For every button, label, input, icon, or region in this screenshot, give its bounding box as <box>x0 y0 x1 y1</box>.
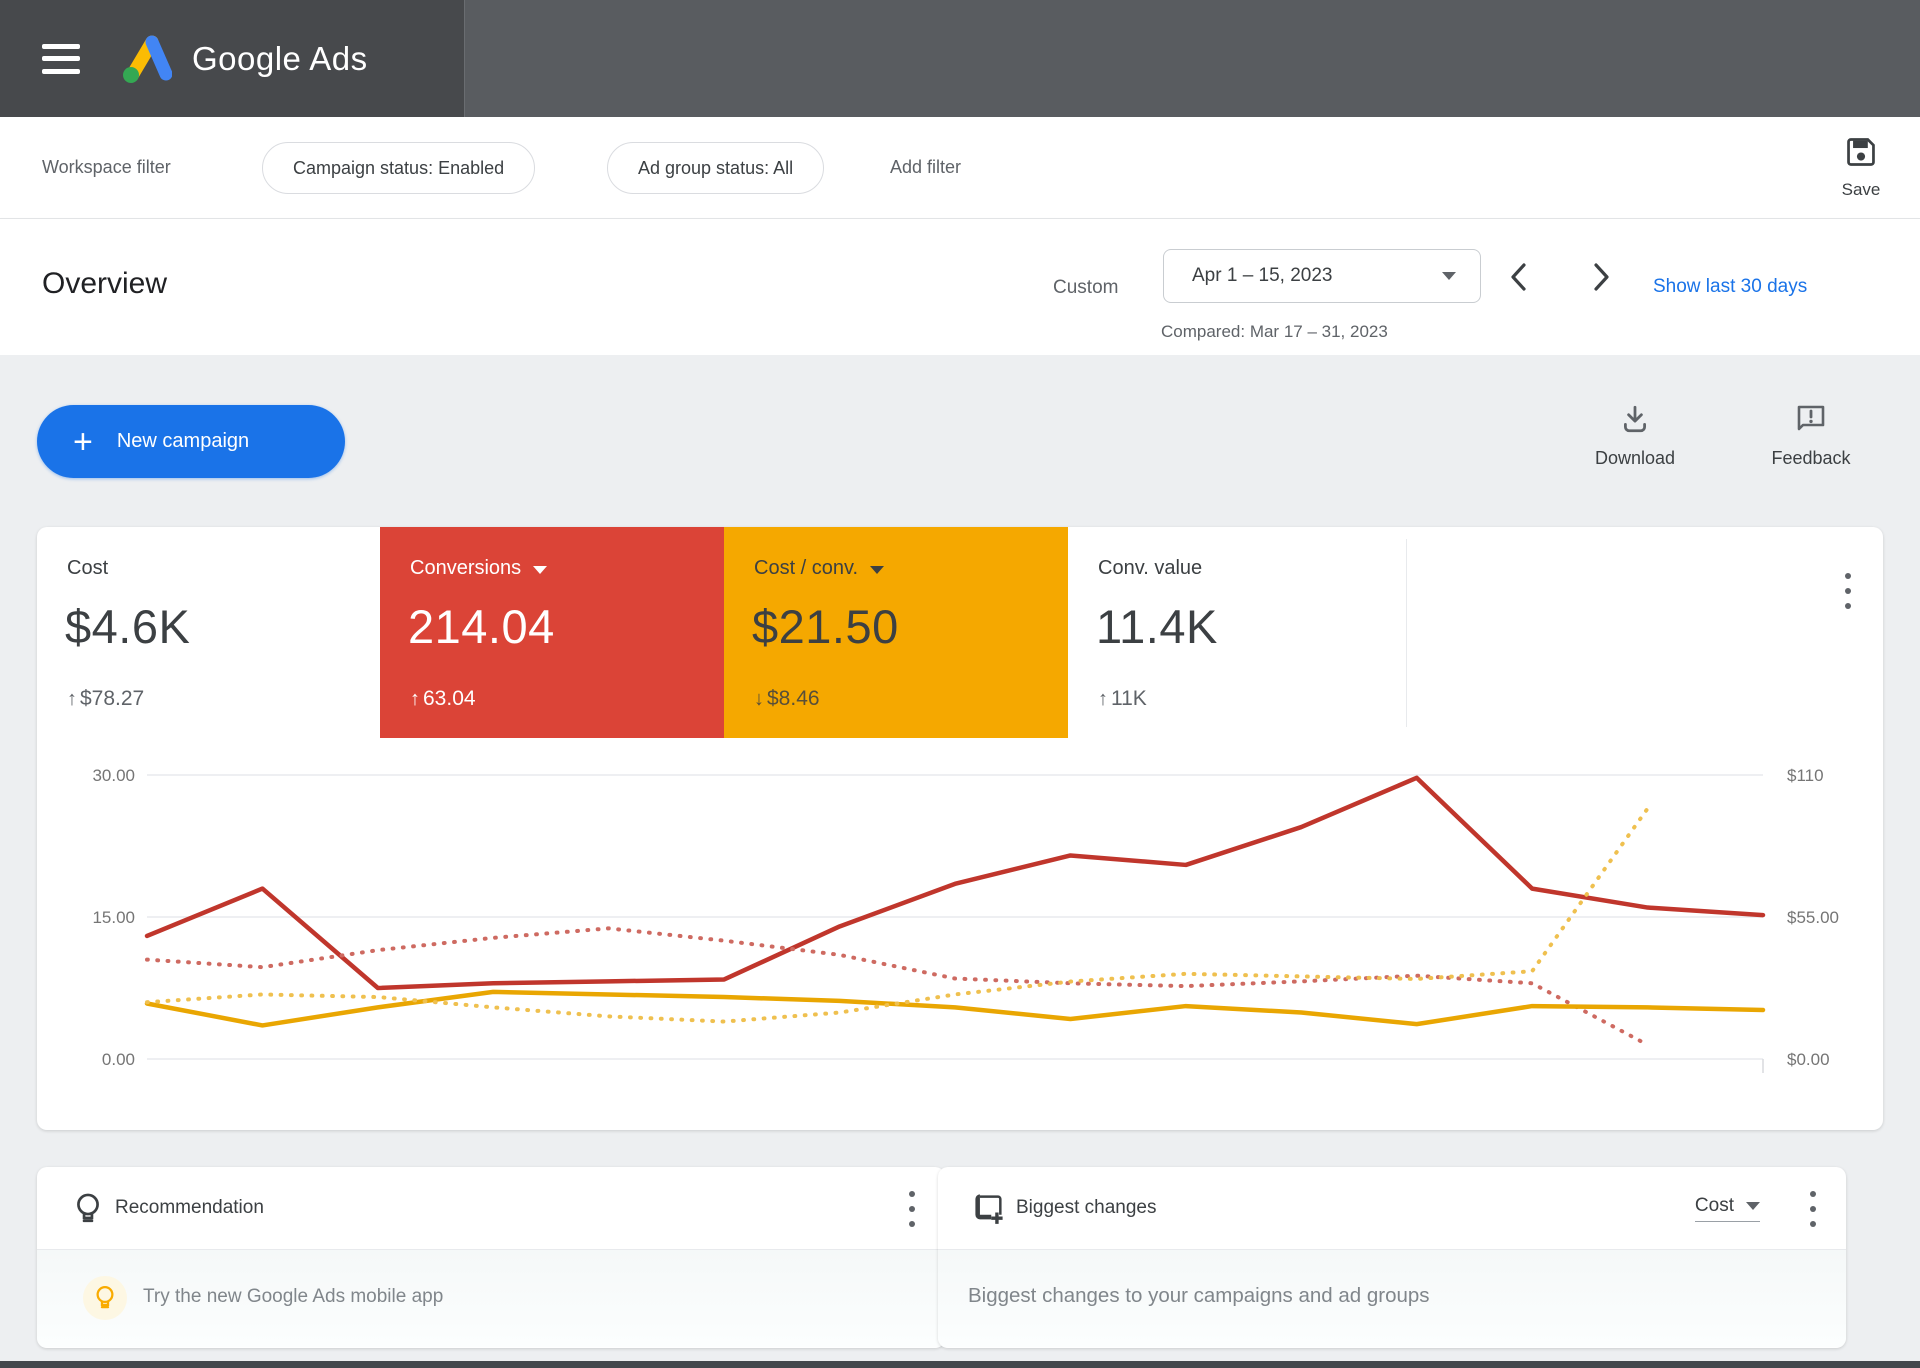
recommendation-card-body[interactable]: Try the new Google Ads mobile app <box>37 1250 945 1347</box>
chevron-down-icon <box>1746 1202 1760 1210</box>
filter-pill-campaign-status[interactable]: Campaign status: Enabled <box>262 142 535 194</box>
save-button[interactable]: Save <box>1828 135 1894 200</box>
previous-period-button[interactable] <box>1500 255 1540 299</box>
save-icon <box>1844 135 1878 169</box>
new-campaign-button[interactable]: + New campaign <box>37 405 345 478</box>
new-campaign-label: New campaign <box>117 430 249 453</box>
date-range-picker[interactable]: Apr 1 – 15, 2023 <box>1163 249 1481 303</box>
menu-icon[interactable] <box>42 44 80 74</box>
lightbulb-yellow-icon <box>83 1276 127 1320</box>
svg-text:$110: $110 <box>1787 766 1824 785</box>
svg-text:30.00: 30.00 <box>92 766 135 785</box>
compared-period-label: Compared: Mar 17 – 31, 2023 <box>1161 322 1388 342</box>
window-plus-icon <box>972 1191 1006 1225</box>
overview-chart: 0.00 $0.00 15.00 $55.00 30.00 $110 <box>37 527 1883 1130</box>
biggest-changes-card-menu-icon[interactable] <box>1800 1189 1826 1229</box>
next-period-button[interactable] <box>1580 255 1620 299</box>
show-last-30-days-link[interactable]: Show last 30 days <box>1653 276 1807 298</box>
download-button[interactable]: Download <box>1580 403 1690 469</box>
recommendation-card-title: Recommendation <box>115 1197 264 1219</box>
save-label: Save <box>1828 180 1894 200</box>
feedback-button[interactable]: Feedback <box>1756 403 1866 469</box>
date-mode-label: Custom <box>1053 277 1118 299</box>
feedback-icon <box>1794 403 1828 435</box>
biggest-changes-metric-select[interactable]: Cost <box>1695 1195 1760 1222</box>
svg-text:0.00: 0.00 <box>102 1050 135 1069</box>
page-header: Overview Custom Apr 1 – 15, 2023 Show la… <box>0 219 1920 355</box>
biggest-changes-card-body: Biggest changes to your campaigns and ad… <box>938 1250 1846 1347</box>
date-range-value: Apr 1 – 15, 2023 <box>1192 265 1333 287</box>
google-ads-logo-icon <box>116 31 172 87</box>
svg-text:$55.00: $55.00 <box>1787 908 1839 927</box>
biggest-changes-description: Biggest changes to your campaigns and ad… <box>968 1284 1430 1308</box>
download-label: Download <box>1580 448 1690 469</box>
add-filter-button[interactable]: Add filter <box>890 157 961 178</box>
filter-pill-label: Campaign status: Enabled <box>293 158 504 179</box>
recommendation-card: Recommendation Try the new Google Ads mo… <box>37 1167 945 1348</box>
svg-text:$0.00: $0.00 <box>1787 1050 1830 1069</box>
top-app-bar: Google Ads <box>0 0 1920 117</box>
bottom-edge-bar <box>0 1361 1920 1368</box>
recommendation-item-text: Try the new Google Ads mobile app <box>143 1286 443 1308</box>
recommendation-card-header: Recommendation <box>37 1167 945 1250</box>
svg-text:15.00: 15.00 <box>92 908 135 927</box>
brand-name: Google Ads <box>192 40 368 78</box>
feedback-label: Feedback <box>1756 448 1866 469</box>
top-bar-brand-section: Google Ads <box>0 0 465 117</box>
filter-pill-adgroup-status[interactable]: Ad group status: All <box>607 142 824 194</box>
chevron-down-icon <box>1442 272 1456 280</box>
filter-pill-label: Ad group status: All <box>638 158 793 179</box>
lightbulb-icon <box>71 1191 105 1227</box>
metric-select-value: Cost <box>1695 1195 1734 1217</box>
biggest-changes-card-title: Biggest changes <box>1016 1197 1157 1219</box>
content-area: + New campaign Download Feedback Cost $4… <box>0 355 1920 1368</box>
biggest-changes-card: Biggest changes Cost Biggest changes to … <box>938 1167 1846 1348</box>
overview-chart-card: Cost $4.6K ↑$78.27 Conversions 214.04 ↑6… <box>37 527 1883 1130</box>
download-icon <box>1619 403 1651 435</box>
workspace-filter-label: Workspace filter <box>42 157 171 178</box>
biggest-changes-card-header: Biggest changes Cost <box>938 1167 1846 1250</box>
google-ads-overview-page: Google Ads Workspace filter Campaign sta… <box>0 0 1920 1368</box>
page-title: Overview <box>42 267 167 301</box>
filter-bar: Workspace filter Campaign status: Enable… <box>0 117 1920 219</box>
recommendation-card-menu-icon[interactable] <box>899 1189 925 1229</box>
